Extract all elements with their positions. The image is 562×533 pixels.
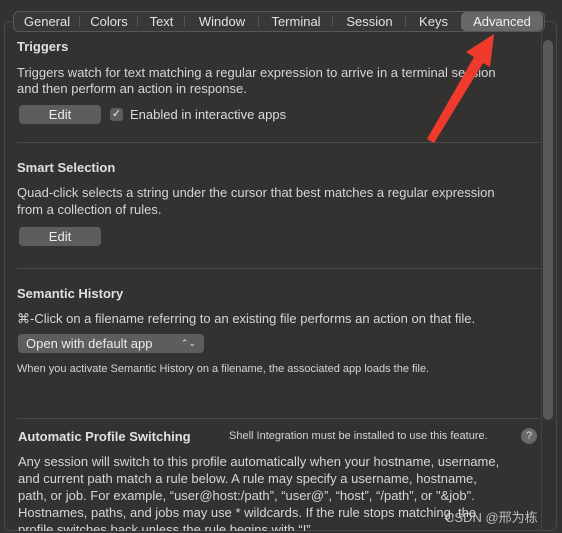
red-arrow-annotation [427, 34, 494, 143]
arrow-shape [427, 34, 494, 143]
